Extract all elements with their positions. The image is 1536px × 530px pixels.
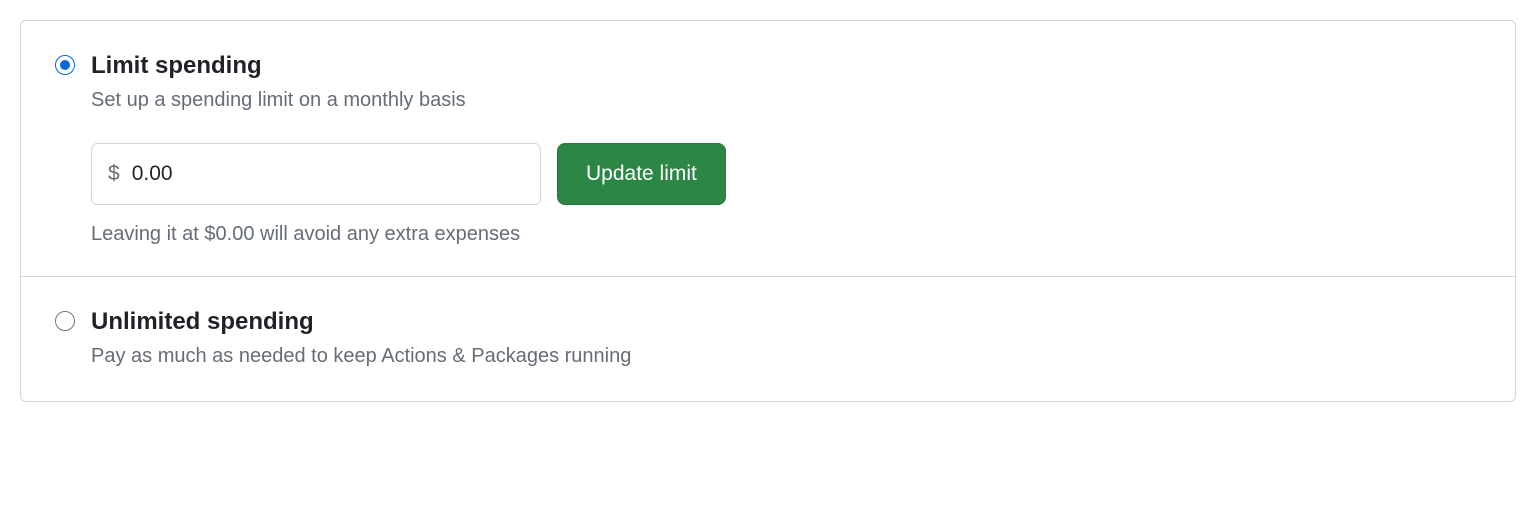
limit-spending-title: Limit spending	[91, 51, 1481, 81]
radio-wrap	[55, 307, 75, 336]
option-header: Limit spending Set up a spending limit o…	[55, 51, 1481, 115]
unlimited-spending-description: Pay as much as needed to keep Actions & …	[91, 341, 1481, 371]
currency-symbol: $	[108, 162, 120, 186]
spending-limit-input-group: $	[91, 143, 541, 205]
option-text: Limit spending Set up a spending limit o…	[91, 51, 1481, 115]
limit-controls: $ Update limit Leaving it at $0.00 will …	[91, 143, 1481, 246]
spending-limit-input[interactable]	[132, 162, 524, 186]
option-header: Unlimited spending Pay as much as needed…	[55, 307, 1481, 371]
unlimited-spending-title: Unlimited spending	[91, 307, 1481, 337]
limit-spending-radio[interactable]	[55, 55, 75, 75]
limit-spending-description: Set up a spending limit on a monthly bas…	[91, 85, 1481, 115]
input-row: $ Update limit	[91, 143, 1481, 205]
spending-limit-hint: Leaving it at $0.00 will avoid any extra…	[91, 223, 1481, 246]
radio-wrap	[55, 51, 75, 80]
unlimited-spending-option: Unlimited spending Pay as much as needed…	[21, 276, 1515, 401]
option-text: Unlimited spending Pay as much as needed…	[91, 307, 1481, 371]
update-limit-button[interactable]: Update limit	[557, 143, 726, 205]
limit-spending-option: Limit spending Set up a spending limit o…	[21, 21, 1515, 276]
unlimited-spending-radio[interactable]	[55, 311, 75, 331]
spending-limit-card: Limit spending Set up a spending limit o…	[20, 20, 1516, 402]
